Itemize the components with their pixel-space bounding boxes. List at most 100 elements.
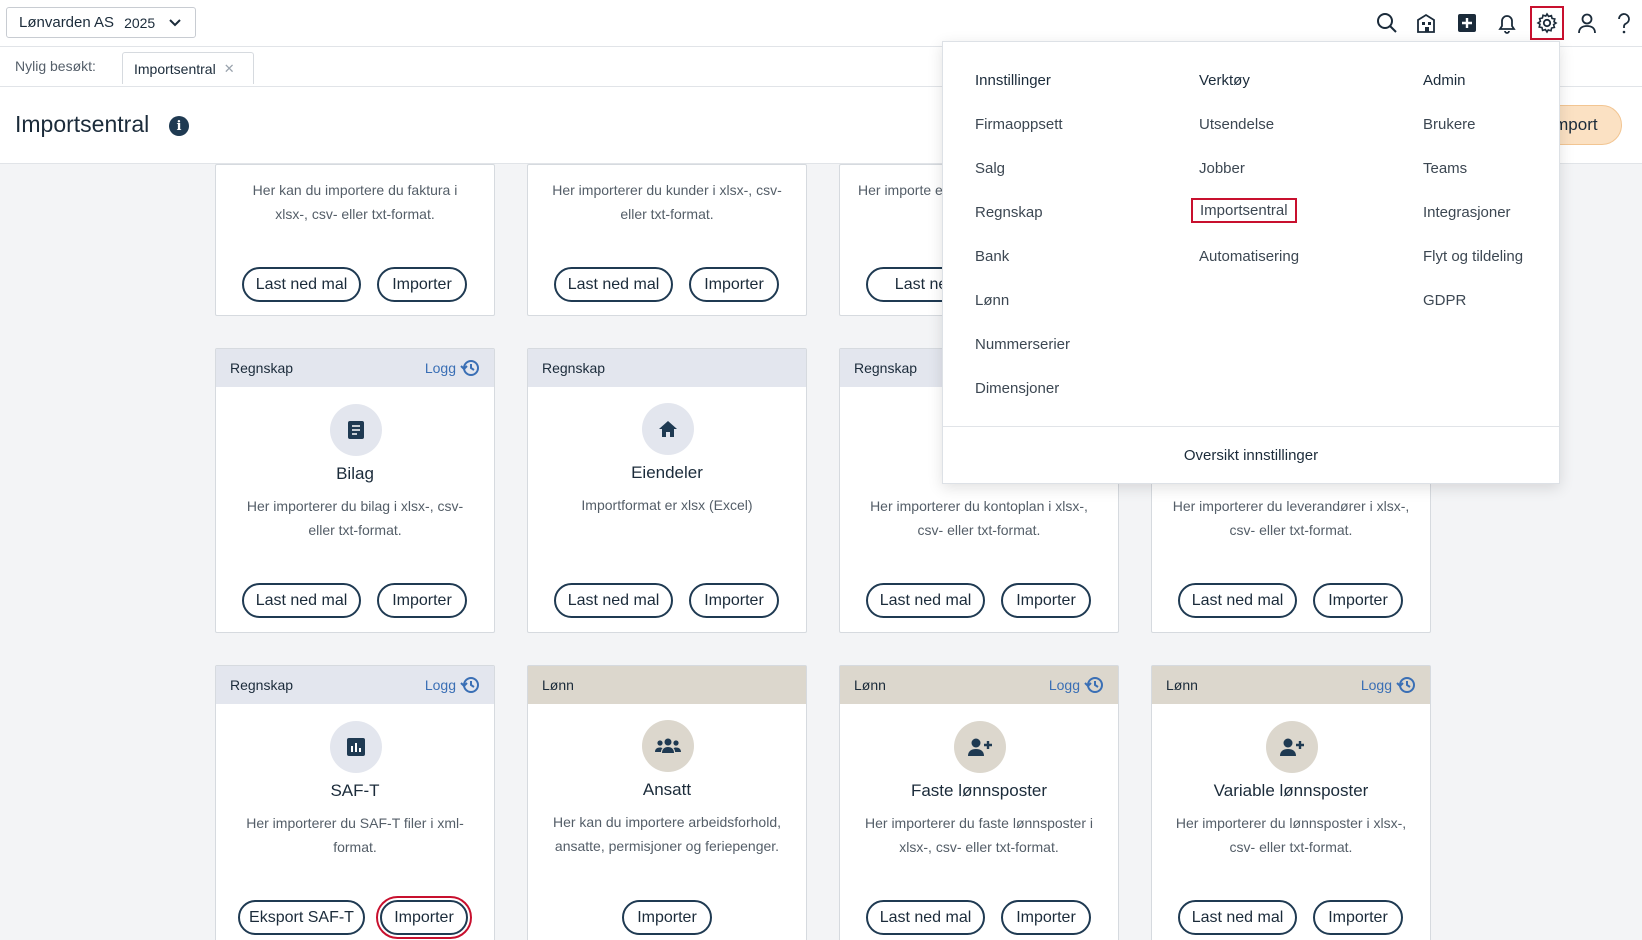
menu-item-lonn[interactable]: Lønn [975,292,1009,309]
card-title: Ansatt [642,780,692,799]
menu-item-jobber[interactable]: Jobber [1199,160,1245,177]
top-bar: Lønvarden AS 2025 [0,0,1642,47]
card-category: Regnskap [542,360,606,376]
info-icon[interactable]: i [169,116,189,136]
import-button[interactable]: Importer [689,267,779,302]
download-template-button[interactable]: Last ned mal [242,267,361,302]
card-description: Her importerer du lønnsposter i xlsx-, c… [1175,815,1407,855]
card-title: Eiendeler [631,463,703,482]
building-icon[interactable] [1410,6,1444,40]
download-template-button[interactable]: Last ned mal [554,583,673,618]
import-button[interactable]: Importer [1313,583,1403,618]
card-kunder: Her importerer du kunder i xlsx-, csv- e… [527,164,807,316]
menu-column-title: Innstillinger [975,72,1051,89]
menu-item-salg[interactable]: Salg [975,160,1005,177]
history-icon [1396,677,1415,693]
history-icon [1084,677,1103,693]
card-description: Her importerer du kontoplan i xlsx-, csv… [870,498,1088,538]
menu-item-automatisering[interactable]: Automatisering [1199,248,1299,265]
card-description: Her importerer du bilag i xlsx-, csv- el… [246,498,464,538]
card-description: Her importerer du faste lønnsposter i xl… [865,815,1093,855]
menu-item-regnskap[interactable]: Regnskap [975,204,1043,221]
import-button[interactable]: Importer [377,267,467,302]
card-description: Her importe el [858,182,946,198]
card-description: Her kan du importere du faktura i xlsx-,… [252,182,458,222]
settings-menu: Innstillinger Firmaoppsett Salg Regnskap… [942,41,1560,484]
history-icon [460,677,479,693]
card-header: Lønn [528,666,806,704]
card-category: Regnskap [854,360,918,376]
menu-item-bank[interactable]: Bank [975,248,1009,265]
help-icon[interactable] [1607,6,1641,40]
close-icon[interactable]: ✕ [224,61,235,77]
card-category: Regnskap [230,677,294,693]
recent-tab-importsentral[interactable]: Importsentral ✕ [122,52,254,84]
card-faktura: Her kan du importere du faktura i xlsx-,… [215,164,495,316]
page-title: Importsentral [15,111,150,137]
log-link[interactable]: Logg [425,675,480,695]
user-icon[interactable] [1570,6,1604,40]
card-header: Regnskap Logg [216,666,494,704]
house-icon [642,403,694,455]
menu-item-gdpr[interactable]: GDPR [1423,292,1466,309]
import-button[interactable]: Importer [376,896,472,939]
card-description: Her importerer du SAF-T filer i xml-form… [246,815,464,855]
menu-item-nummerserier[interactable]: Nummerserier [975,336,1070,353]
card-description: Her kan du importere arbeidsforhold, ans… [552,814,781,854]
card-eiendeler: Regnskap Eiendeler Importformat er xlsx … [527,348,807,633]
download-template-button[interactable]: Last ned mal [242,583,361,618]
bell-icon[interactable] [1490,6,1524,40]
menu-item-teams[interactable]: Teams [1423,160,1467,177]
card-bilag: Regnskap Logg Bilag Her importerer du bi… [215,348,495,633]
card-ansatt: Lønn Ansatt Her kan du importere arbeids… [527,665,807,940]
download-template-button[interactable]: Last ned mal [866,900,985,935]
log-link[interactable]: Logg [1361,675,1416,695]
gear-icon[interactable] [1530,6,1564,40]
download-template-button[interactable]: Last ned mal [1178,900,1297,935]
menu-column-title: Admin [1423,72,1466,89]
import-button[interactable]: Importer [1313,900,1403,935]
search-icon[interactable] [1370,6,1404,40]
log-link[interactable]: Logg [1049,675,1104,695]
menu-item-importsentral[interactable]: Importsentral [1191,198,1297,223]
card-category: Regnskap [230,360,294,376]
log-label: Logg [424,360,456,376]
card-header: Regnskap Logg [216,349,494,387]
log-label: Logg [1360,677,1392,693]
chevron-down-icon [169,16,181,30]
menu-item-integrasjoner[interactable]: Integrasjoner [1423,204,1511,221]
export-saft-button[interactable]: Eksport SAF-T [238,900,365,935]
menu-item-flyt-og-tildeling[interactable]: Flyt og tildeling [1423,248,1523,265]
download-template-button[interactable]: Last ned mal [866,583,985,618]
card-variable-lonnsposter: Lønn Logg Variable lønnsposter Her impor… [1151,665,1431,940]
download-template-button[interactable]: Last ned mal [1178,583,1297,618]
menu-item-dimensjoner[interactable]: Dimensjoner [975,380,1059,397]
menu-item-utsendelse[interactable]: Utsendelse [1199,116,1274,133]
import-button[interactable]: Importer [689,583,779,618]
add-icon[interactable] [1450,6,1484,40]
card-header: Lønn Logg [1152,666,1430,704]
download-template-button[interactable]: Last ned mal [554,267,673,302]
user-plus-icon [1266,721,1318,773]
card-title: Faste lønnsposter [910,781,1048,800]
settings-overview-link[interactable]: Oversikt innstillinger [943,426,1559,483]
company-selector[interactable]: Lønvarden AS 2025 [6,7,196,38]
company-name: Lønvarden AS [19,14,115,31]
menu-column-title: Verktøy [1199,72,1250,89]
menu-item-brukere[interactable]: Brukere [1423,116,1476,133]
user-plus-icon [954,721,1006,773]
card-header: Lønn Logg [840,666,1118,704]
card-description: Importformat er xlsx (Excel) [581,497,753,513]
card-description: Her importerer du kunder i xlsx-, csv- e… [552,182,782,222]
log-link[interactable]: Logg [425,358,480,378]
menu-item-firmaoppsett[interactable]: Firmaoppsett [975,116,1063,133]
company-year: 2025 [124,14,156,31]
import-button[interactable]: Importer [622,900,712,935]
import-button[interactable]: Importer [1001,583,1091,618]
card-description: Her importerer du leverandører i xlsx-, … [1172,498,1410,538]
import-button[interactable]: Importer [1001,900,1091,935]
users-icon [642,720,694,772]
card-faste-lonnsposter: Lønn Logg Faste lønnsposter Her importer… [839,665,1119,940]
import-button[interactable]: Importer [377,583,467,618]
card-category: Lønn [1166,677,1198,693]
